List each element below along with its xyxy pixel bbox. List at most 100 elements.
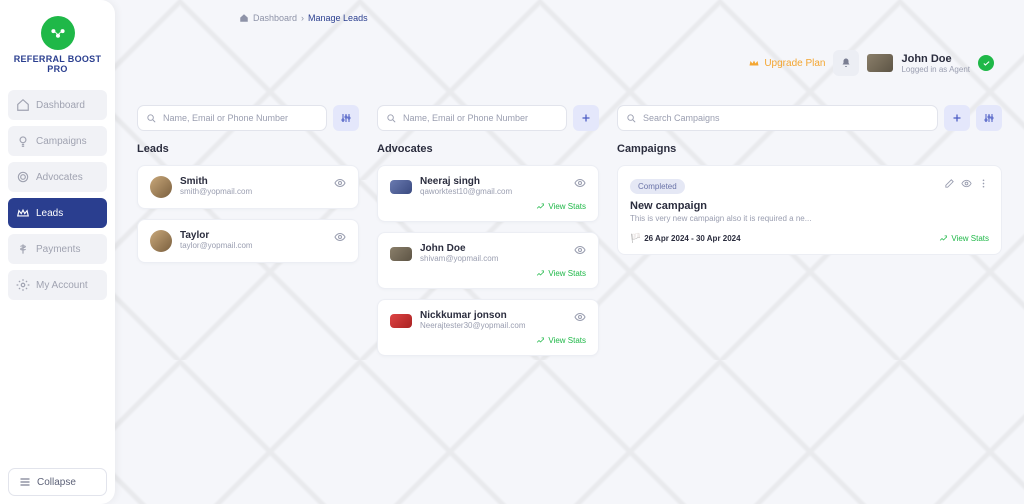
view-stats-link[interactable]: View Stats	[536, 269, 586, 278]
logo: REFERRAL BOOST PRO	[8, 8, 107, 86]
flag-icon: 🏳️‍	[630, 233, 641, 244]
campaign-title: New campaign	[630, 200, 989, 212]
dollar-icon	[16, 242, 30, 256]
lead-email: taylor@yopmail.com	[180, 241, 253, 250]
campaign-card[interactable]: Completed New campaign This is very new …	[617, 165, 1002, 255]
status-badge: Completed	[630, 179, 685, 194]
advocate-email: shivam@yopmail.com	[420, 254, 498, 263]
lead-email: smith@yopmail.com	[180, 187, 252, 196]
breadcrumb: Dashboard › Manage Leads	[239, 13, 1002, 23]
view-stats-link[interactable]: View Stats	[939, 234, 989, 243]
view-icon[interactable]	[574, 310, 586, 328]
advocate-name: Neeraj singh	[420, 176, 512, 187]
bell-icon	[840, 57, 852, 69]
avatar	[390, 247, 412, 261]
home-icon	[239, 13, 249, 23]
campaigns-column: Campaigns Completed New campaign This is…	[617, 105, 1002, 366]
leads-search[interactable]	[137, 105, 327, 131]
advocate-name: Nickkumar jonson	[420, 310, 526, 321]
leads-column: Leads Smith smith@yopmail.com Taylor	[137, 105, 359, 366]
username: John Doe	[901, 53, 970, 65]
nav-label: My Account	[36, 280, 88, 291]
view-icon[interactable]	[334, 230, 346, 248]
filter-icon	[340, 112, 352, 124]
edit-icon[interactable]	[944, 176, 955, 194]
sidebar-item-advocates[interactable]: Advocates	[8, 162, 107, 192]
collapse-label: Collapse	[37, 477, 76, 488]
advocate-name: John Doe	[420, 243, 498, 254]
leads-title: Leads	[137, 143, 359, 155]
menu-icon	[19, 476, 31, 488]
leads-search-input[interactable]	[163, 113, 318, 123]
campaigns-add-button[interactable]	[944, 105, 970, 131]
sidebar-item-payments[interactable]: Payments	[8, 234, 107, 264]
view-stats-link[interactable]: View Stats	[536, 202, 586, 211]
view-stats-link[interactable]: View Stats	[536, 336, 586, 345]
logo-text: REFERRAL BOOST PRO	[8, 54, 107, 74]
advocate-card[interactable]: Neeraj singh qaworktest10@gmail.com View…	[377, 165, 599, 222]
more-icon[interactable]	[978, 176, 989, 194]
avatar	[390, 180, 412, 194]
leads-filter-button[interactable]	[333, 105, 359, 131]
advocate-email: Neerajtester30@yopmail.com	[420, 321, 526, 330]
verified-icon	[978, 55, 994, 71]
upgrade-label: Upgrade Plan	[764, 58, 825, 69]
advocates-title: Advocates	[377, 143, 599, 155]
nav-label: Payments	[36, 244, 80, 255]
nav-list: Dashboard Campaigns Advocates Leads Paym…	[8, 90, 107, 300]
campaign-dates: 🏳️‍26 Apr 2024 - 30 Apr 2024	[630, 233, 741, 244]
advocates-search[interactable]	[377, 105, 567, 131]
gear-icon	[16, 278, 30, 292]
avatar	[150, 230, 172, 252]
campaigns-search-input[interactable]	[643, 113, 929, 123]
logo-icon	[41, 16, 75, 50]
advocates-add-button[interactable]	[573, 105, 599, 131]
lead-name: Taylor	[180, 230, 253, 241]
house-icon	[16, 98, 30, 112]
avatar	[867, 54, 893, 72]
campaigns-filter-button[interactable]	[976, 105, 1002, 131]
bulb-icon	[16, 134, 30, 148]
eye-icon[interactable]	[961, 176, 972, 194]
main: Dashboard › Manage Leads Upgrade Plan Jo…	[115, 0, 1024, 504]
crown-icon	[748, 57, 760, 69]
advocates-search-input[interactable]	[403, 113, 558, 123]
nav-label: Advocates	[36, 172, 83, 183]
notifications-button[interactable]	[833, 50, 859, 76]
upgrade-plan-button[interactable]: Upgrade Plan	[748, 57, 825, 69]
advocates-column: Advocates Neeraj singh qaworktest10@gmai…	[377, 105, 599, 366]
nav-label: Campaigns	[36, 136, 87, 147]
breadcrumb-root[interactable]: Dashboard	[253, 13, 297, 23]
view-icon[interactable]	[574, 243, 586, 261]
plus-icon	[580, 112, 592, 124]
lead-card[interactable]: Taylor taylor@yopmail.com	[137, 219, 359, 263]
sidebar-item-leads[interactable]: Leads	[8, 198, 107, 228]
advocate-card[interactable]: Nickkumar jonson Neerajtester30@yopmail.…	[377, 299, 599, 356]
collapse-button[interactable]: Collapse	[8, 468, 107, 496]
nav-label: Dashboard	[36, 100, 85, 111]
campaign-actions	[944, 176, 989, 194]
lead-card[interactable]: Smith smith@yopmail.com	[137, 165, 359, 209]
avatar	[150, 176, 172, 198]
view-icon[interactable]	[334, 176, 346, 194]
sidebar-item-campaigns[interactable]: Campaigns	[8, 126, 107, 156]
user-block[interactable]: John Doe Logged in as Agent	[901, 53, 970, 74]
breadcrumb-current: Manage Leads	[308, 13, 368, 23]
sidebar-item-dashboard[interactable]: Dashboard	[8, 90, 107, 120]
lead-name: Smith	[180, 176, 252, 187]
campaigns-title: Campaigns	[617, 143, 1002, 155]
nav-label: Leads	[36, 208, 63, 219]
crown-icon	[16, 206, 30, 220]
breadcrumb-sep: ›	[301, 13, 304, 23]
avatar	[390, 314, 412, 328]
target-icon	[16, 170, 30, 184]
search-icon	[626, 113, 637, 124]
sidebar-item-account[interactable]: My Account	[8, 270, 107, 300]
advocate-card[interactable]: John Doe shivam@yopmail.com View Stats	[377, 232, 599, 289]
columns: Leads Smith smith@yopmail.com Taylor	[137, 105, 1002, 366]
search-icon	[386, 113, 397, 124]
campaigns-search[interactable]	[617, 105, 938, 131]
user-role: Logged in as Agent	[901, 65, 970, 74]
view-icon[interactable]	[574, 176, 586, 194]
campaign-desc: This is very new campaign also it is req…	[630, 214, 989, 223]
